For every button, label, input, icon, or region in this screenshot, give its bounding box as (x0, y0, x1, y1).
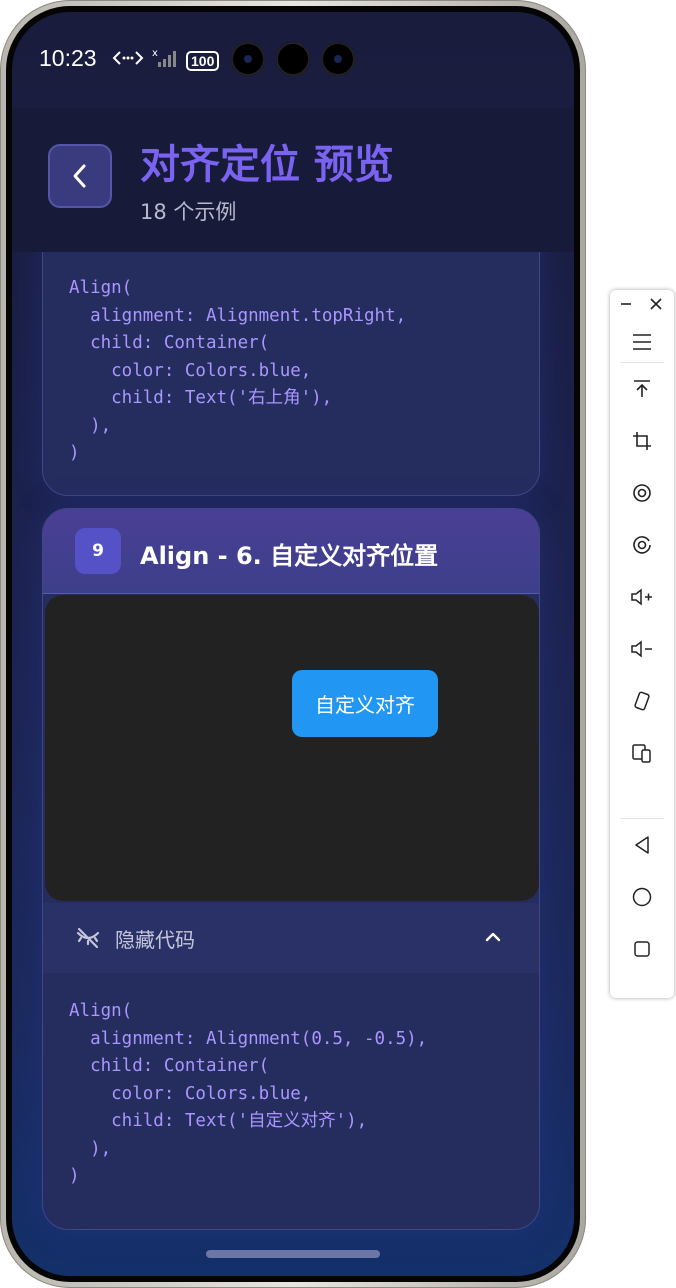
emulator-toolbar (610, 290, 674, 998)
refresh-record-icon (633, 536, 651, 554)
menu-icon (633, 334, 651, 350)
code-line: color: Colors.blue, (69, 360, 312, 381)
arrow-to-top-icon (634, 380, 650, 397)
code-line: alignment: Alignment(0.5, -0.5), (69, 1028, 428, 1049)
signal-icon: x (152, 48, 178, 73)
toggle-code-button[interactable]: 隐藏代码 (43, 903, 539, 973)
code-block: Align( alignment: Alignment.topRight, ch… (69, 275, 406, 468)
record-icon (633, 484, 651, 502)
code-line: child: Container( (69, 333, 270, 353)
nav-recents-button[interactable] (610, 929, 674, 969)
example-card-8: Align( alignment: Alignment.topRight, ch… (42, 212, 540, 496)
rotate-device-icon (634, 691, 650, 711)
svg-text:x: x (152, 48, 158, 59)
record-button[interactable] (610, 473, 674, 513)
phone-screen: 10:23 x 100 Align( alignment: Alignment.… (12, 12, 574, 1276)
toggle-code-label: 隐藏代码 (115, 928, 195, 952)
data-transfer-icon (112, 48, 144, 73)
volume-down-button[interactable] (610, 629, 674, 669)
home-indicator[interactable] (206, 1250, 380, 1258)
card-title: Align - 6. 自定义对齐位置 (140, 542, 439, 570)
pin-top-button[interactable] (610, 369, 674, 409)
example-number-badge: 9 (75, 528, 121, 574)
code-line: color: Colors.blue, (69, 1083, 312, 1104)
minimize-icon (621, 303, 631, 305)
crop-icon (633, 432, 651, 450)
status-bar: 10:23 x 100 (12, 12, 574, 108)
nav-back-button[interactable] (610, 825, 674, 865)
toolbar-divider (620, 362, 664, 363)
code-line: Align( (69, 1001, 133, 1021)
screenshot-button[interactable] (610, 421, 674, 461)
eye-off-icon (75, 925, 101, 955)
square-recents-icon (634, 941, 650, 957)
code-line: child: Container( (69, 1056, 270, 1076)
nav-home-button[interactable] (610, 877, 674, 917)
close-button[interactable] (638, 284, 674, 324)
camera-icon (231, 42, 265, 76)
camera-icon (321, 42, 355, 76)
multi-device-button[interactable] (610, 733, 674, 773)
rotate-button[interactable] (610, 681, 674, 721)
battery-icon: 100 (186, 50, 220, 71)
volume-up-button[interactable] (610, 577, 674, 617)
code-line: ) (69, 1166, 80, 1186)
demo-aligned-container: 自定义对齐 (292, 670, 438, 737)
triangle-back-icon (635, 836, 649, 854)
code-block: Align( alignment: Alignment(0.5, -0.5), … (69, 998, 427, 1191)
status-icons: x 100 (112, 48, 220, 73)
rotate-record-button[interactable] (610, 525, 674, 565)
code-line: Align( (69, 278, 133, 298)
toolbar-divider (620, 818, 664, 819)
card-header: 9 Align - 6. 自定义对齐位置 (43, 509, 539, 594)
status-time: 10:23 (39, 45, 97, 71)
app-header: 对齐定位 预览 18 个示例 (12, 108, 574, 252)
camera-icon (276, 42, 310, 76)
chevron-left-icon (73, 164, 86, 188)
page-title: 对齐定位 预览 (140, 142, 394, 188)
close-icon (650, 298, 662, 310)
code-line: child: Text('右上角'), (69, 388, 333, 408)
chevron-up-icon (483, 927, 503, 951)
demo-preview-area: 自定义对齐 (45, 595, 539, 901)
devices-icon (632, 744, 651, 763)
circle-home-icon (632, 887, 652, 907)
code-line: ), (69, 1138, 112, 1159)
code-line: child: Text('自定义对齐'), (69, 1111, 368, 1131)
example-card-9: 9 Align - 6. 自定义对齐位置 自定义对齐 隐藏代码 Align( a… (42, 508, 540, 1230)
code-line: alignment: Alignment.topRight, (69, 305, 407, 326)
volume-up-icon (631, 588, 652, 606)
back-button[interactable] (48, 144, 112, 208)
page-subtitle: 18 个示例 (140, 200, 237, 224)
menu-button[interactable] (610, 322, 674, 362)
code-line: ) (69, 443, 80, 463)
volume-down-icon (631, 640, 652, 658)
code-line: ), (69, 415, 112, 436)
